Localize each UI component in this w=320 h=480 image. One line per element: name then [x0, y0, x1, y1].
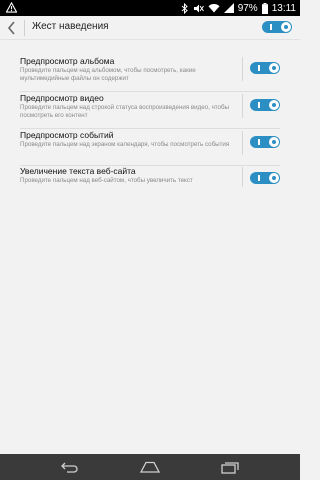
toggle-knob: [269, 63, 279, 73]
setting-item-events-preview[interactable]: Предпросмотр событий Проведите пальцем н…: [0, 130, 300, 166]
nav-back-button[interactable]: [50, 458, 90, 476]
recents-icon: [221, 461, 239, 474]
setting-description: Проведите пальцем над веб-сайтом, чтобы …: [20, 177, 193, 184]
setting-title: Предпросмотр событий: [20, 130, 114, 140]
toggle-knob: [281, 22, 291, 32]
battery-percent: 97%: [237, 2, 258, 14]
toggle-knob: [269, 137, 279, 147]
item-divider: [242, 131, 243, 155]
back-arrow-icon[interactable]: [4, 18, 20, 38]
album-preview-toggle[interactable]: [250, 62, 280, 74]
battery-icon: [261, 2, 268, 14]
item-divider: [242, 94, 243, 118]
row-divider: [20, 128, 280, 129]
toggle-on-mark: [270, 24, 272, 30]
toggle-knob: [269, 100, 279, 110]
setting-item-website-text-zoom[interactable]: Увеличение текста веб-сайта Проведите па…: [0, 166, 300, 190]
setting-description: Проведите пальцем над экраном календаря,…: [20, 141, 230, 148]
header-divider: [24, 20, 25, 36]
video-preview-toggle[interactable]: [250, 99, 280, 111]
setting-title: Увеличение текста веб-сайта: [20, 166, 136, 176]
mute-icon: [193, 4, 204, 12]
setting-title: Предпросмотр альбома: [20, 56, 115, 66]
row-divider: [20, 91, 280, 92]
setting-title: Предпросмотр видео: [20, 93, 104, 103]
warning-icon: [6, 2, 17, 13]
status-time: 13:11: [271, 2, 296, 14]
item-divider: [242, 57, 243, 81]
home-icon: [140, 461, 160, 473]
signal-icon: [223, 3, 234, 13]
wifi-icon: [208, 4, 220, 13]
nav-home-button[interactable]: [130, 458, 170, 476]
website-text-zoom-toggle[interactable]: [250, 172, 280, 184]
master-toggle[interactable]: [262, 21, 292, 33]
header: Жест наведения: [0, 16, 300, 40]
item-divider: [242, 167, 243, 187]
back-icon: [61, 462, 78, 473]
toggle-on-mark: [258, 65, 260, 71]
toggle-on-mark: [258, 139, 260, 145]
bluetooth-icon: [181, 2, 188, 14]
toggle-on-mark: [258, 102, 260, 108]
events-preview-toggle[interactable]: [250, 136, 280, 148]
toggle-on-mark: [258, 175, 260, 181]
setting-item-video-preview[interactable]: Предпросмотр видео Проведите пальцем над…: [0, 93, 300, 129]
navigation-bar: [0, 454, 300, 480]
status-bar: 97% 13:11: [0, 0, 300, 16]
setting-item-album-preview[interactable]: Предпросмотр альбома Проведите пальцем н…: [0, 56, 300, 92]
setting-description: Проведите пальцем над строкой статуса во…: [20, 104, 229, 119]
toggle-knob: [269, 173, 279, 183]
setting-description: Проведите пальцем над альбомом, чтобы по…: [20, 67, 196, 82]
nav-recents-button[interactable]: [210, 458, 250, 476]
page-title: Жест наведения: [32, 21, 109, 32]
